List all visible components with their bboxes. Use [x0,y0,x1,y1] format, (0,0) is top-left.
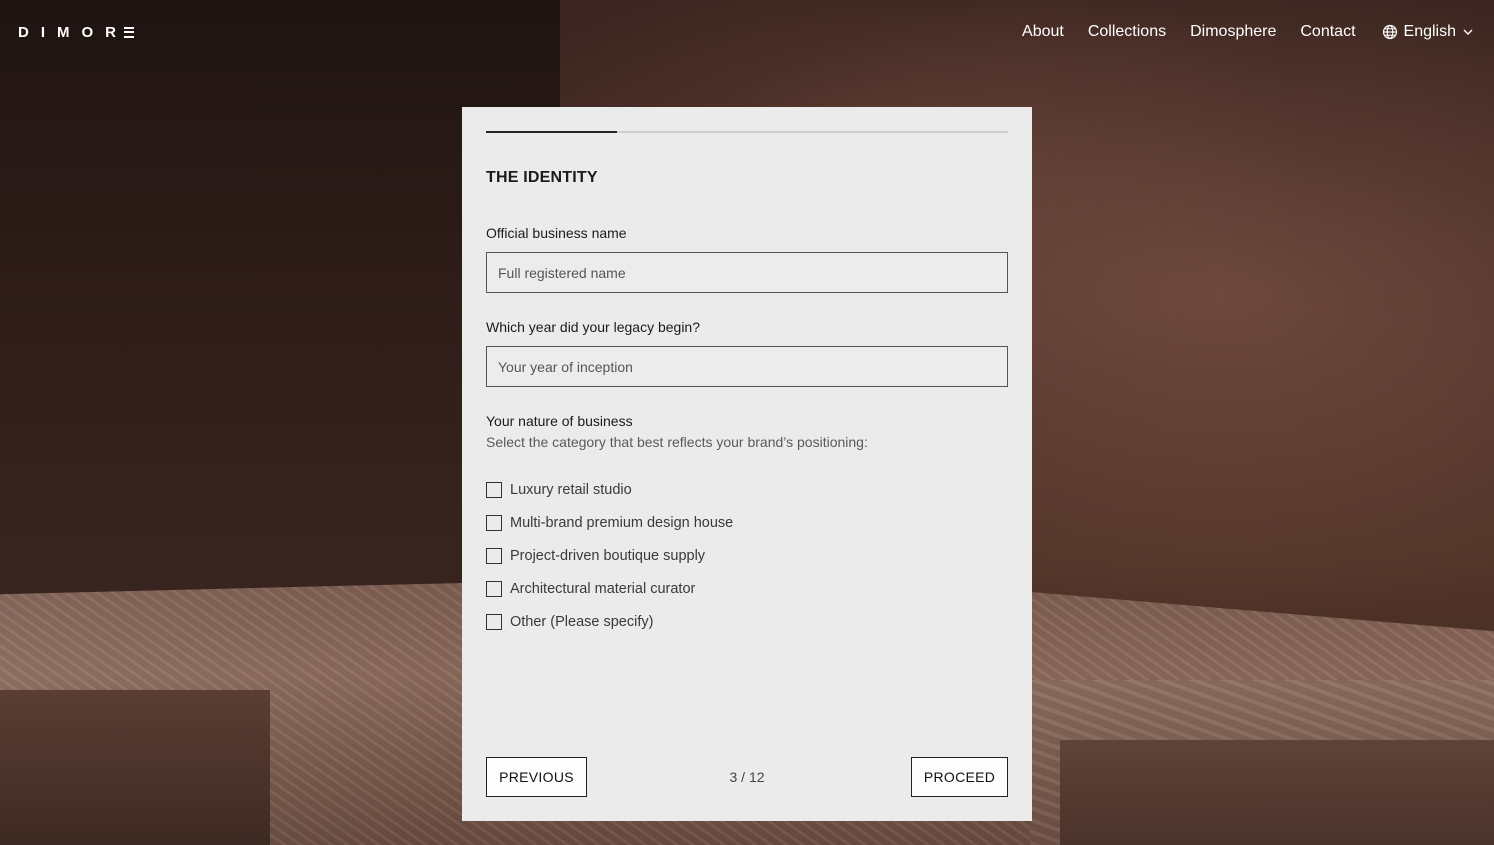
option-label: Project-driven boutique supply [510,547,706,564]
language-selector[interactable]: English [1382,23,1474,41]
top-navigation: DIMOR About Collections Dimosphere Conta… [0,0,1494,64]
logo-text: DIMOR [18,23,128,41]
option-luxury-retail-studio[interactable]: Luxury retail studio [486,473,733,506]
business-nature-helper: Select the category that best reflects y… [486,434,868,450]
background-block-shadow [1060,740,1494,845]
business-name-label: Official business name [486,225,627,241]
option-label: Multi-brand premium design house [510,514,734,531]
nav-contact[interactable]: Contact [1300,23,1355,41]
chevron-down-icon [1463,29,1473,35]
option-architectural-curator[interactable]: Architectural material curator [486,572,733,605]
business-name-input[interactable] [486,252,1008,293]
option-multi-brand-design-house[interactable]: Multi-brand premium design house [486,506,733,539]
background-slab-side [0,690,270,845]
option-other[interactable]: Other (Please specify) [486,605,733,638]
progress-bar [486,131,1008,133]
option-label: Other (Please specify) [510,613,654,630]
checkbox[interactable] [486,481,502,498]
proceed-button[interactable]: PROCEED [911,757,1008,797]
checkbox[interactable] [486,547,502,564]
globe-icon [1382,24,1397,40]
nav-dimosphere[interactable]: Dimosphere [1190,23,1276,41]
checkbox[interactable] [486,613,502,630]
onboarding-form-card: THE IDENTITY Official business name Whic… [462,107,1032,821]
option-label: Luxury retail studio [510,481,632,498]
brand-logo[interactable]: DIMOR [18,24,134,41]
checkbox[interactable] [486,514,502,531]
nav-about[interactable]: About [1022,23,1064,41]
inception-year-input[interactable] [486,346,1008,387]
progress-bar-fill [486,131,617,133]
language-label: English [1403,23,1456,40]
checkbox[interactable] [486,580,502,597]
option-label: Architectural material curator [510,580,696,597]
option-project-driven-supply[interactable]: Project-driven boutique supply [486,539,733,572]
business-nature-label: Your nature of business [486,413,633,429]
main-nav: About Collections Dimosphere Contact Eng… [1022,23,1474,41]
section-title: THE IDENTITY [486,169,598,186]
nav-collections[interactable]: Collections [1088,23,1166,41]
business-nature-options: Luxury retail studio Multi-brand premium… [486,473,733,638]
logo-e-mark [124,26,134,38]
inception-year-label: Which year did your legacy begin? [486,319,701,335]
